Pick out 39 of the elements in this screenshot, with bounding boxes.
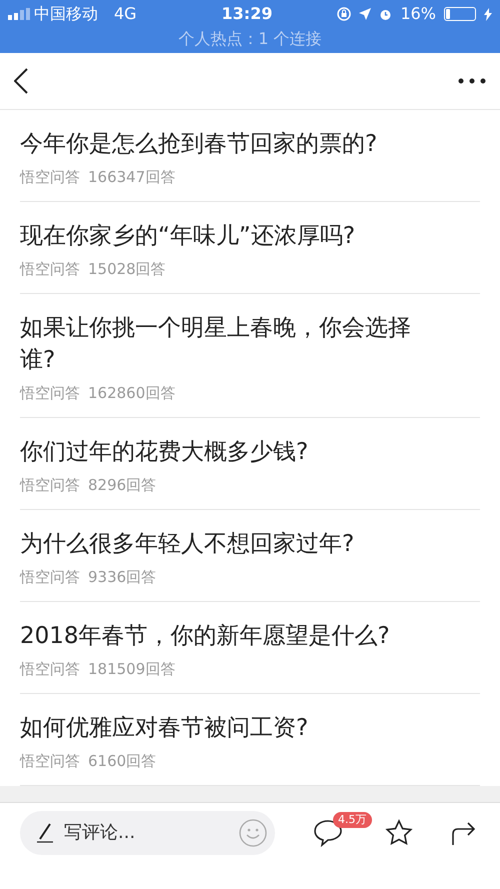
source-label: 悟空问答 <box>20 259 80 280</box>
answer-count: 9336回答 <box>88 567 156 588</box>
comment-count-badge: 4.5万 <box>333 812 372 828</box>
rotation-lock-icon <box>337 7 352 21</box>
comment-field[interactable]: 写评论... <box>62 818 212 847</box>
question-title[interactable]: 你们过年的花费大概多少钱? <box>20 436 308 468</box>
back-icon[interactable] <box>14 68 28 94</box>
answer-count: 8296回答 <box>88 475 156 496</box>
source-label: 悟空问答 <box>20 659 80 680</box>
question-title[interactable]: 现在你家乡的“年味儿”还浓厚吗? <box>20 220 356 252</box>
source-label: 悟空问答 <box>20 475 80 496</box>
answer-count: 181509回答 <box>88 659 176 680</box>
network-type: 4G <box>114 3 137 25</box>
hotspot-text: 个人热点：1 个连接 <box>178 29 322 48</box>
answer-count: 166347回答 <box>88 167 176 188</box>
comment-box[interactable]: 写评论... <box>20 810 275 854</box>
answer-count: 6160回答 <box>88 751 156 772</box>
answer-count: 162860回答 <box>88 383 176 404</box>
carrier-name: 中国移动 <box>34 3 98 25</box>
location-icon <box>359 8 372 20</box>
source-label: 悟空问答 <box>20 167 80 188</box>
question-title[interactable]: 2018年春节，你的新年愿望是什么? <box>20 620 390 652</box>
source-label: 悟空问答 <box>20 751 80 772</box>
star-icon[interactable] <box>385 818 413 846</box>
charging-icon <box>484 8 492 20</box>
question-title[interactable]: 如何优雅应对春节被问工资? <box>20 712 308 744</box>
question-title[interactable]: 今年你是怎么抢到春节回家的票的? <box>20 128 378 160</box>
source-label: 悟空问答 <box>20 383 80 404</box>
answer-count: 15028回答 <box>88 259 166 280</box>
question-title[interactable]: 为什么很多年轻人不想回家过年? <box>20 528 354 560</box>
battery-percent: 16% <box>400 3 436 25</box>
share-icon[interactable] <box>451 820 477 846</box>
more-icon[interactable] <box>458 78 486 84</box>
signal-icon <box>8 8 30 20</box>
source-label: 悟空问答 <box>20 567 80 588</box>
pencil-icon <box>36 822 54 842</box>
battery-icon <box>444 7 476 21</box>
clock-time: 13:29 <box>222 4 272 23</box>
question-title[interactable]: 如果让你挑一个明星上春晚，你会选择谁? <box>20 312 440 376</box>
